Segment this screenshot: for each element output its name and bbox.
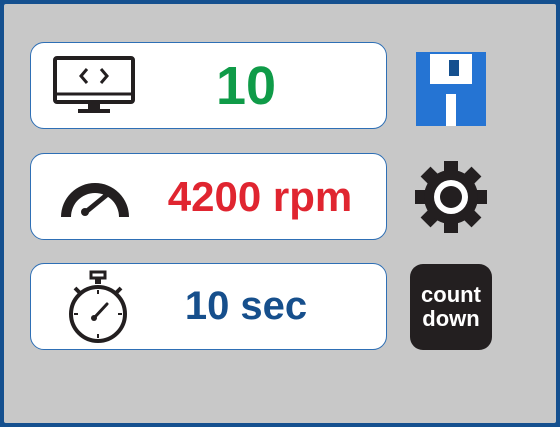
settings-button[interactable]	[409, 156, 493, 242]
countdown-button-face: count down	[410, 264, 492, 350]
countdown-label-line1: count	[421, 282, 481, 307]
stopwatch-icon	[67, 264, 129, 349]
timer-value: 10 sec	[184, 284, 308, 328]
speedometer-icon	[55, 154, 135, 239]
timer-card: 10 sec	[30, 263, 387, 350]
countdown-label-line2: down	[422, 306, 480, 331]
rpm-card: 4200 rpm	[30, 153, 387, 240]
code-value-card: 10	[30, 42, 387, 129]
code-value: 10	[215, 55, 277, 116]
gear-icon	[411, 157, 491, 242]
save-button[interactable]	[409, 46, 493, 132]
code-monitor-icon	[53, 43, 135, 128]
countdown-button[interactable]: count down	[409, 264, 493, 350]
rpm-value: 4200 rpm	[167, 172, 353, 220]
main-panel: 10 4200 rpm 10 sec count down	[4, 4, 556, 423]
floppy-disk-icon	[416, 52, 486, 126]
